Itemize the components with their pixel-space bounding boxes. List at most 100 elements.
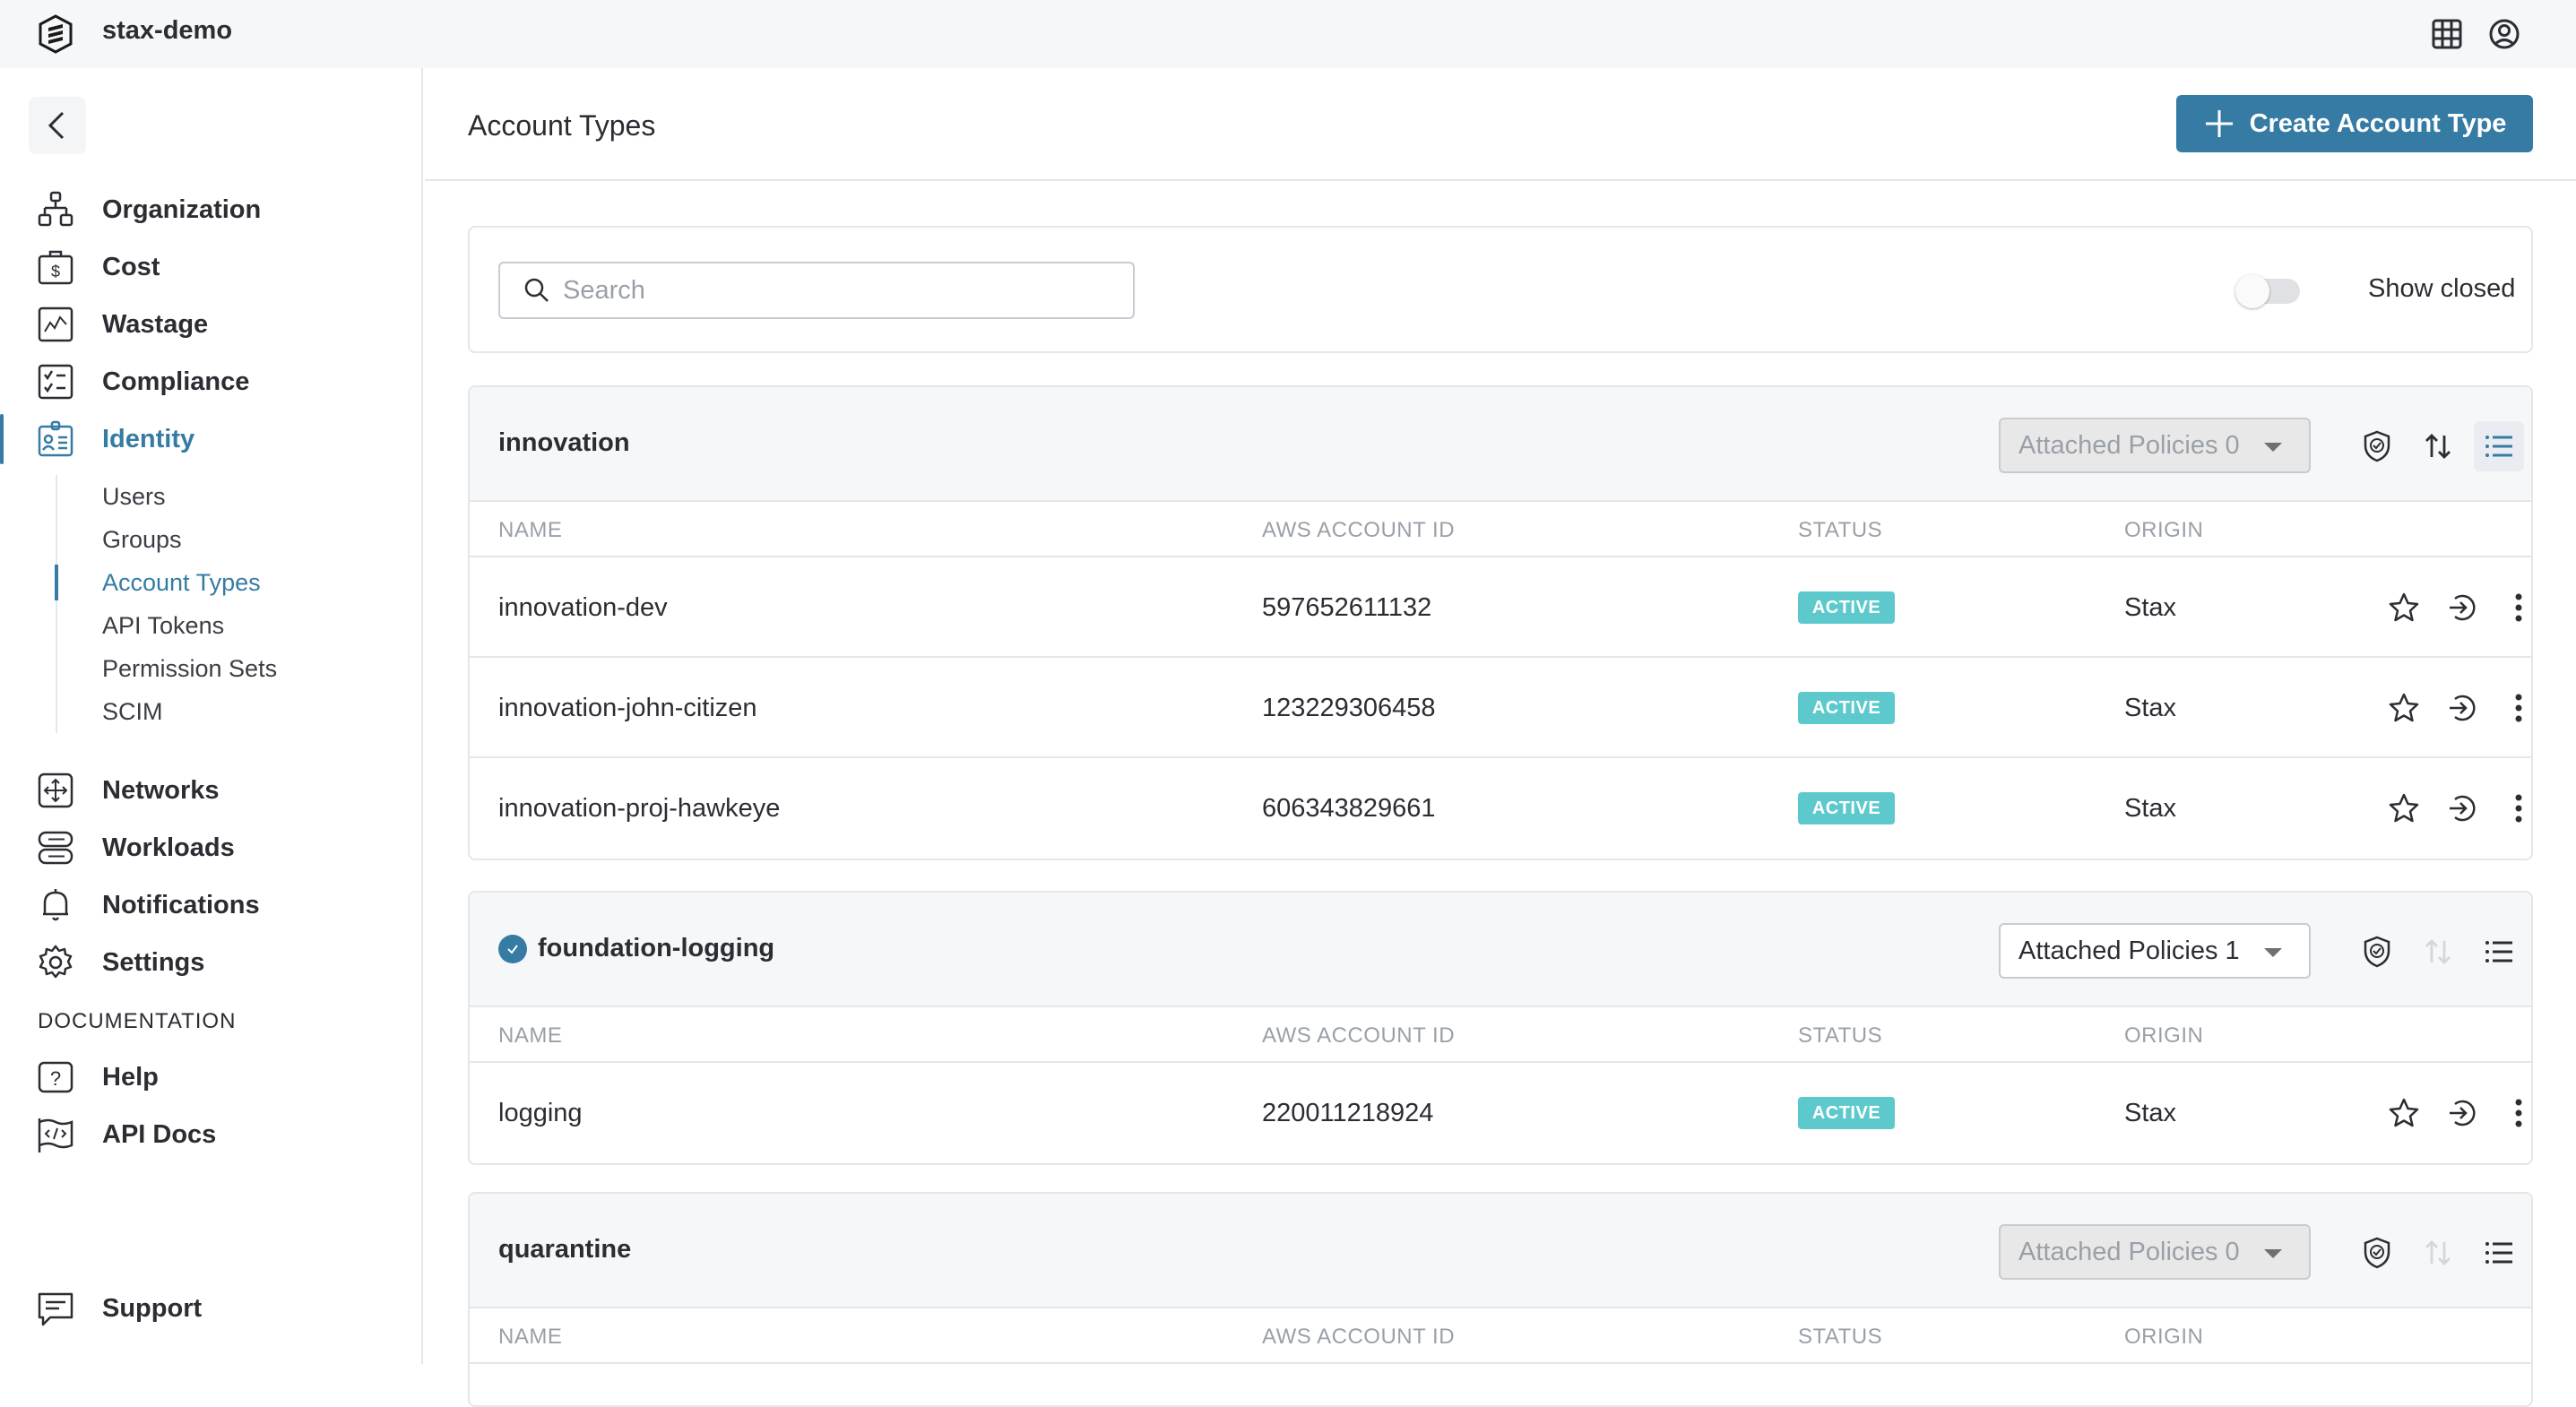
sidebar-item-identity[interactable]: Identity (0, 414, 421, 464)
table-row[interactable]: innovation-dev 597652611132 ACTIVE Stax (470, 557, 2531, 658)
toggle-knob (2235, 274, 2269, 308)
sidebar-item-support[interactable]: Support (0, 1283, 421, 1334)
search-icon (523, 277, 550, 304)
sidebar-item-cost[interactable]: $ Cost (0, 242, 421, 292)
attached-policies-label: Attached Policies 0 (2018, 1238, 2240, 1267)
main-content: Account Types Create Account Type Show c… (425, 68, 2576, 1364)
plus-icon (2203, 108, 2235, 140)
sidebar-item-settings[interactable]: Settings (0, 937, 421, 988)
gear-icon (36, 943, 75, 982)
status-badge: ACTIVE (1798, 792, 1895, 824)
sidebar-item-organization[interactable]: Organization (0, 185, 421, 235)
login-icon[interactable] (2443, 1095, 2479, 1131)
sort-arrows-icon[interactable] (2413, 927, 2463, 977)
chat-icon (36, 1289, 75, 1328)
login-icon[interactable] (2443, 790, 2479, 826)
search-field[interactable] (498, 262, 1135, 319)
account-name: innovation-proj-hawkeye (498, 794, 780, 824)
subnav-item-users[interactable]: Users (57, 475, 414, 518)
verified-check-icon (498, 935, 527, 963)
move-arrows-icon (36, 771, 75, 810)
sort-arrows-icon[interactable] (2413, 421, 2463, 471)
code-flag-icon (36, 1115, 75, 1154)
subnav-item-scim[interactable]: SCIM (57, 690, 414, 733)
show-closed-toggle[interactable] (2235, 274, 2304, 306)
origin: Stax (2124, 593, 2176, 623)
server-icon (36, 828, 75, 868)
aws-account-id: 220011218924 (1262, 1099, 1433, 1128)
grid-icon[interactable] (2429, 16, 2465, 52)
create-account-type-button[interactable]: Create Account Type (2176, 95, 2533, 152)
origin: Stax (2124, 694, 2176, 723)
more-vertical-icon[interactable] (2501, 690, 2533, 726)
sidebar-item-label: API Docs (102, 1120, 216, 1150)
caret-down-icon (2264, 443, 2282, 452)
group-name-text: quarantine (498, 1235, 631, 1265)
aws-account-id: 606343829661 (1262, 794, 1436, 824)
subnav-item-permission-sets[interactable]: Permission Sets (57, 647, 414, 690)
group-header: quarantine Attached Policies 0 (470, 1194, 2531, 1308)
account-type-group: quarantine Attached Policies 0 NAME AWS … (468, 1192, 2533, 1407)
filter-bar: Show closed (468, 226, 2533, 353)
column-header-name: NAME (498, 1023, 562, 1049)
subnav-item-api-tokens[interactable]: API Tokens (57, 604, 414, 647)
view-details-list-icon[interactable] (2474, 927, 2524, 977)
attached-policies-dropdown[interactable]: Attached Policies 0 (1999, 1224, 2311, 1280)
view-details-list-icon[interactable] (2474, 421, 2524, 471)
table-row[interactable]: logging 220011218924 ACTIVE Stax (470, 1063, 2531, 1163)
subnav-item-groups[interactable]: Groups (57, 518, 414, 561)
more-vertical-icon[interactable] (2501, 790, 2533, 826)
money-bag-icon: $ (36, 247, 75, 287)
attached-policies-label: Attached Policies 1 (2018, 937, 2240, 966)
group-header: foundation-logging Attached Policies 1 (470, 893, 2531, 1007)
subnav-item-account-types[interactable]: Account Types (57, 561, 414, 604)
sidebar-item-label: Identity (102, 425, 194, 454)
login-icon[interactable] (2443, 590, 2479, 626)
org-chart-icon (36, 190, 75, 229)
star-icon[interactable] (2386, 690, 2422, 726)
identity-subnav: Users Groups Account Types API Tokens Pe… (56, 475, 414, 733)
sidebar-item-label: Settings (102, 948, 204, 978)
column-header-aws-account-id: AWS ACCOUNT ID (1262, 1023, 1455, 1049)
account-type-group: foundation-logging Attached Policies 1 N… (468, 891, 2533, 1165)
login-icon[interactable] (2443, 690, 2479, 726)
view-details-list-icon[interactable] (2474, 1228, 2524, 1278)
chart-line-icon (36, 305, 75, 344)
more-vertical-icon[interactable] (2501, 1095, 2533, 1131)
svg-text:?: ? (50, 1067, 61, 1090)
star-icon[interactable] (2386, 1095, 2422, 1131)
attached-policies-dropdown[interactable]: Attached Policies 1 (1999, 923, 2311, 979)
search-input[interactable] (563, 276, 1101, 306)
sidebar-item-label: Cost (102, 253, 160, 282)
star-icon[interactable] (2386, 590, 2422, 626)
star-icon[interactable] (2386, 790, 2422, 826)
column-header-aws-account-id: AWS ACCOUNT ID (1262, 1325, 1455, 1350)
table-row[interactable]: innovation-proj-hawkeye 606343829661 ACT… (470, 758, 2531, 859)
policy-shield-icon[interactable] (2352, 927, 2402, 977)
table-row[interactable]: innovation-john-citizen 123229306458 ACT… (470, 658, 2531, 758)
column-header-name: NAME (498, 1325, 562, 1350)
column-header-origin: ORIGIN (2124, 1325, 2203, 1350)
sidebar-item-help[interactable]: ? Help (0, 1052, 421, 1102)
account-name: innovation-dev (498, 593, 668, 623)
attached-policies-dropdown[interactable]: Attached Policies 0 (1999, 418, 2311, 473)
sidebar-item-notifications[interactable]: Notifications (0, 880, 421, 930)
more-vertical-icon[interactable] (2501, 590, 2533, 626)
sidebar-item-label: Help (102, 1063, 159, 1092)
sidebar-item-wastage[interactable]: Wastage (0, 299, 421, 350)
bell-icon (36, 885, 75, 925)
collapse-sidebar-button[interactable] (29, 97, 86, 154)
sidebar-item-api-docs[interactable]: API Docs (0, 1109, 421, 1160)
sort-arrows-icon[interactable] (2413, 1228, 2463, 1278)
policy-shield-icon[interactable] (2352, 1228, 2402, 1278)
user-circle-icon[interactable] (2486, 16, 2522, 52)
column-header-name: NAME (498, 518, 562, 543)
sidebar-item-workloads[interactable]: Workloads (0, 823, 421, 873)
column-header-status: STATUS (1798, 1325, 1882, 1350)
table-header: NAME AWS ACCOUNT ID STATUS ORIGIN (470, 1308, 2531, 1364)
sidebar-item-label: Wastage (102, 310, 208, 340)
sidebar-item-networks[interactable]: Networks (0, 765, 421, 816)
sidebar-item-compliance[interactable]: Compliance (0, 357, 421, 407)
policy-shield-icon[interactable] (2352, 421, 2402, 471)
origin: Stax (2124, 1099, 2176, 1128)
